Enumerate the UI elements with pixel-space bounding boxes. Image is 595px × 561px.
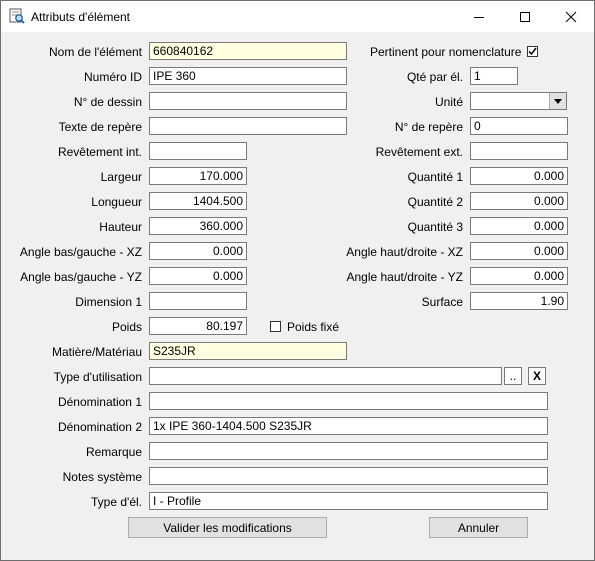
- label-largeur: Largeur: [100, 170, 142, 184]
- label-longueur: Longueur: [91, 195, 142, 209]
- maximize-button[interactable]: [502, 1, 548, 32]
- window-title: Attributs d'élément: [31, 10, 131, 24]
- close-icon: [565, 11, 577, 22]
- label-n-dessin: N° de dessin: [73, 95, 142, 109]
- label-quantite2: Quantité 2: [407, 195, 463, 209]
- angle-hd-yz-field[interactable]: 0.000: [470, 267, 568, 285]
- clear-button[interactable]: X: [528, 367, 546, 385]
- label-n-repere: N° de repère: [394, 120, 463, 134]
- label-numero-id: Numéro ID: [83, 70, 142, 84]
- label-pertinent: Pertinent pour nomenclature: [370, 45, 522, 59]
- label-angle-bg-xz: Angle bas/gauche - XZ: [19, 245, 142, 259]
- denomination2-field[interactable]: 1x IPE 360-1404.500 S235JR: [149, 417, 548, 435]
- label-type-utilisation: Type d'utilisation: [53, 370, 142, 384]
- dimension1-field[interactable]: [149, 292, 247, 310]
- poids-fixe-checkbox[interactable]: [270, 321, 281, 332]
- close-button[interactable]: [548, 1, 594, 32]
- label-revetement-ext: Revêtement ext.: [375, 145, 463, 159]
- unite-value: [471, 94, 474, 108]
- largeur-field[interactable]: 170.000: [149, 167, 247, 185]
- validate-button[interactable]: Valider les modifications: [128, 517, 327, 538]
- angle-bg-xz-field[interactable]: 0.000: [149, 242, 247, 260]
- label-texte-repere: Texte de repère: [58, 120, 142, 134]
- qte-par-el-field[interactable]: 1: [470, 67, 518, 85]
- quantite1-field[interactable]: 0.000: [470, 167, 568, 185]
- quantite3-field[interactable]: 0.000: [470, 217, 568, 235]
- unite-dropdown-button[interactable]: [549, 93, 566, 109]
- texte-repere-field[interactable]: [149, 117, 347, 135]
- label-surface: Surface: [421, 295, 463, 309]
- form-area: Nom de l'élément Numéro ID N° de dessin …: [4, 33, 591, 558]
- label-denomination1: Dénomination 1: [57, 395, 142, 409]
- label-remarque: Remarque: [85, 445, 142, 459]
- label-notes-systeme: Notes système: [62, 470, 142, 484]
- label-hauteur: Hauteur: [99, 220, 142, 234]
- cancel-button[interactable]: Annuler: [429, 517, 528, 538]
- check-icon: [528, 47, 537, 56]
- numero-id-field[interactable]: IPE 360: [149, 67, 347, 85]
- label-denomination2: Dénomination 2: [57, 420, 142, 434]
- label-poids-fixe: Poids fixé: [287, 320, 340, 334]
- label-type-el: Type d'él.: [91, 495, 142, 509]
- matiere-field[interactable]: S235JR: [149, 342, 347, 360]
- nom-field[interactable]: 660840162: [149, 42, 347, 60]
- label-angle-bg-yz: Angle bas/gauche - YZ: [20, 270, 142, 284]
- angle-bg-yz-field[interactable]: 0.000: [149, 267, 247, 285]
- minimize-icon: [474, 16, 484, 18]
- label-nom: Nom de l'élément: [49, 45, 142, 59]
- title-bar: Attributs d'élément: [1, 1, 594, 32]
- label-dimension1: Dimension 1: [75, 295, 142, 309]
- n-repere-field[interactable]: 0: [470, 117, 568, 135]
- unite-select[interactable]: [470, 92, 567, 110]
- type-el-field[interactable]: I - Profile: [149, 492, 548, 510]
- revetement-int-field[interactable]: [149, 142, 247, 160]
- longueur-field[interactable]: 1404.500: [149, 192, 247, 210]
- label-qte-par-el: Qté par él.: [406, 70, 463, 84]
- minimize-button[interactable]: [456, 1, 502, 32]
- dialog-window: Attributs d'élément Nom de l'élément Num…: [0, 0, 595, 561]
- notes-systeme-field[interactable]: [149, 467, 548, 485]
- n-dessin-field[interactable]: [149, 92, 347, 110]
- label-angle-hd-xz: Angle haut/droite - XZ: [346, 245, 463, 259]
- poids-field[interactable]: 80.197: [149, 317, 247, 335]
- angle-hd-xz-field[interactable]: 0.000: [470, 242, 568, 260]
- label-poids: Poids: [111, 320, 142, 334]
- revetement-ext-field[interactable]: [470, 142, 568, 160]
- pertinent-checkbox[interactable]: [527, 46, 538, 57]
- label-quantite1: Quantité 1: [407, 170, 463, 184]
- chevron-down-icon: [554, 98, 562, 104]
- label-matiere: Matière/Matériau: [51, 345, 142, 359]
- app-icon: [9, 8, 25, 24]
- label-quantite3: Quantité 3: [407, 220, 463, 234]
- hauteur-field[interactable]: 360.000: [149, 217, 247, 235]
- label-revetement-int: Revêtement int.: [57, 145, 142, 159]
- remarque-field[interactable]: [149, 442, 548, 460]
- maximize-icon: [520, 11, 530, 22]
- label-unite: Unité: [434, 95, 463, 109]
- label-angle-hd-yz: Angle haut/droite - YZ: [346, 270, 463, 284]
- quantite2-field[interactable]: 0.000: [470, 192, 568, 210]
- denomination1-field[interactable]: [149, 392, 548, 410]
- type-utilisation-field[interactable]: [149, 367, 502, 385]
- browse-button[interactable]: ..: [504, 367, 522, 385]
- surface-field[interactable]: 1.90: [470, 292, 568, 310]
